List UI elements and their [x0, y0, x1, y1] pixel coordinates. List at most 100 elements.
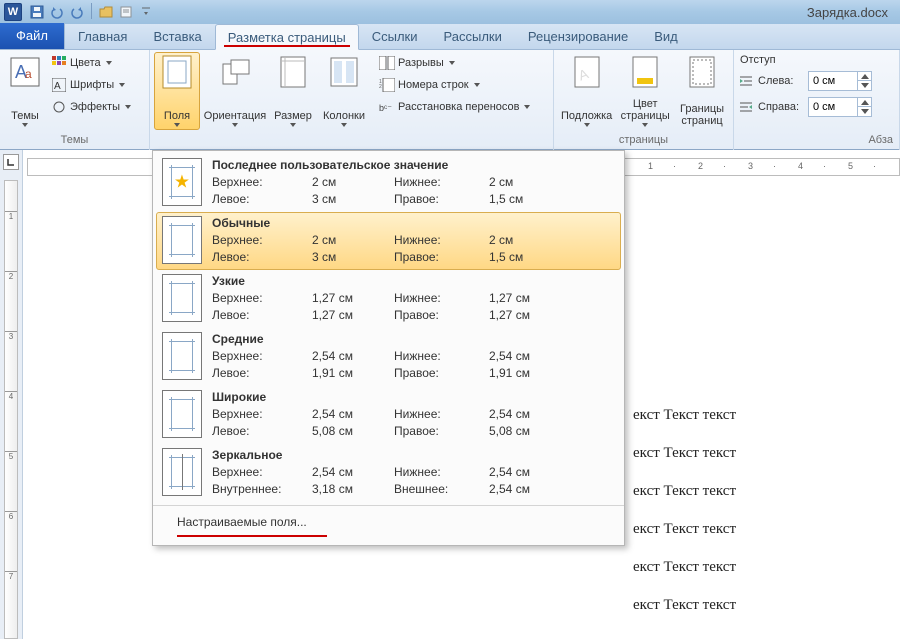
ribbon: Aa Темы Цвета A Шрифты Эффекты: [0, 50, 900, 150]
page-borders-button[interactable]: Границы страниц: [675, 52, 729, 130]
effects-button[interactable]: Эффекты: [48, 96, 134, 118]
chevron-down-icon: [449, 61, 455, 65]
orientation-icon: [219, 56, 251, 88]
watermark-label: Подложка: [561, 110, 612, 122]
spinner-up-icon[interactable]: [857, 72, 871, 81]
document-text-line: екст Текст текст: [633, 510, 900, 548]
margin-preset-icon: [162, 274, 202, 322]
spinner-down-icon[interactable]: [857, 81, 871, 90]
tab-review[interactable]: Рецензирование: [515, 23, 641, 49]
chevron-down-icon: [106, 61, 112, 65]
margin-preset-title: Средние: [212, 332, 615, 346]
margin-preset-item[interactable]: Зеркальное Верхнее:2,54 смНижнее:2,54 см…: [156, 444, 621, 502]
margin-preset-icon: [162, 390, 202, 438]
vertical-ruler-column: 1234567: [0, 150, 23, 639]
quick-access-toolbar: [28, 3, 155, 21]
chevron-down-icon: [341, 123, 347, 127]
chevron-down-icon: [524, 105, 530, 109]
margin-preset-item[interactable]: ★ Последнее пользовательское значение Ве…: [156, 154, 621, 212]
print-preview-icon[interactable]: [117, 3, 135, 21]
svg-text:a: a: [25, 67, 32, 81]
hyphenation-label: Расстановка переносов: [398, 101, 519, 113]
tab-page-layout[interactable]: Разметка страницы: [215, 24, 359, 50]
margin-preset-info: Зеркальное Верхнее:2,54 смНижнее:2,54 см…: [212, 448, 615, 498]
margin-preset-icon: [162, 216, 202, 264]
fonts-label: Шрифты: [70, 79, 114, 91]
tab-file[interactable]: Файл: [0, 23, 65, 49]
custom-margins-button[interactable]: Настраиваемые поля...: [153, 505, 624, 545]
breaks-icon: [379, 55, 395, 71]
indent-right-icon: [738, 100, 754, 114]
document-text-line: екст Текст текст: [633, 586, 900, 624]
tab-insert[interactable]: Вставка: [140, 23, 214, 49]
page-borders-icon: [686, 56, 718, 88]
page-color-label: Цвет страницы: [620, 98, 670, 122]
fonts-button[interactable]: A Шрифты: [48, 74, 134, 96]
margin-preset-title: Зеркальное: [212, 448, 615, 462]
margin-preset-icon: ★: [162, 158, 202, 206]
vertical-ruler[interactable]: 1234567: [4, 180, 18, 639]
margin-preset-info: Широкие Верхнее:2,54 смНижнее:2,54 см Ле…: [212, 390, 615, 440]
open-icon[interactable]: [97, 3, 115, 21]
red-underline-icon: [177, 535, 327, 537]
indent-left-icon: [738, 74, 754, 88]
tab-view[interactable]: Вид: [641, 23, 691, 49]
colors-button[interactable]: Цвета: [48, 52, 134, 74]
chevron-down-icon: [22, 123, 28, 127]
indent-left-label: Слева:: [758, 75, 804, 87]
redo-icon[interactable]: [68, 3, 86, 21]
themes-button[interactable]: Aa Темы: [4, 52, 46, 130]
hyphenation-icon: bᶜ⁻: [379, 99, 395, 115]
qat-more-icon[interactable]: [137, 3, 155, 21]
tab-home[interactable]: Главная: [65, 23, 140, 49]
group-label: Темы: [4, 133, 145, 148]
effects-icon: [51, 99, 67, 115]
line-numbers-icon: 12: [379, 77, 395, 93]
indent-title: Отступ: [738, 54, 776, 66]
tab-references[interactable]: Ссылки: [359, 23, 431, 49]
indent-left-spinner[interactable]: [808, 71, 872, 91]
breaks-button[interactable]: Разрывы: [376, 52, 533, 74]
orientation-button[interactable]: Ориентация: [202, 52, 268, 130]
red-underline-icon: [224, 45, 350, 47]
size-button[interactable]: Размер: [270, 52, 316, 130]
indent-left-input[interactable]: [809, 75, 857, 87]
margin-preset-item[interactable]: Обычные Верхнее:2 смНижнее:2 см Левое:3 …: [156, 212, 621, 270]
line-numbers-label: Номера строк: [398, 79, 469, 91]
fonts-icon: A: [51, 77, 67, 93]
orientation-label: Ориентация: [204, 110, 266, 122]
page-color-icon: [629, 56, 661, 88]
margin-preset-title: Обычные: [212, 216, 615, 230]
chevron-down-icon: [174, 123, 180, 127]
watermark-button[interactable]: A Подложка: [558, 52, 615, 130]
themes-label: Темы: [11, 110, 39, 122]
margin-preset-item[interactable]: Широкие Верхнее:2,54 смНижнее:2,54 см Ле…: [156, 386, 621, 444]
spinner-down-icon[interactable]: [857, 107, 871, 116]
svg-text:A: A: [54, 81, 61, 92]
ribbon-tabs: Файл Главная Вставка Разметка страницы С…: [0, 24, 900, 50]
size-label: Размер: [274, 110, 312, 122]
margins-button[interactable]: Поля: [154, 52, 200, 130]
margin-preset-info: Последнее пользовательское значение Верх…: [212, 158, 615, 208]
spinner-up-icon[interactable]: [857, 98, 871, 107]
hyphenation-button[interactable]: bᶜ⁻ Расстановка переносов: [376, 96, 533, 118]
margin-preset-item[interactable]: Узкие Верхнее:1,27 смНижнее:1,27 см Лево…: [156, 270, 621, 328]
colors-label: Цвета: [70, 57, 101, 69]
indent-right-input[interactable]: [809, 101, 857, 113]
indent-right-spinner[interactable]: [808, 97, 872, 117]
tab-mailings[interactable]: Рассылки: [431, 23, 515, 49]
save-icon[interactable]: [28, 3, 46, 21]
word-icon: W: [4, 3, 22, 21]
chevron-down-icon: [474, 83, 480, 87]
margin-preset-item[interactable]: Средние Верхнее:2,54 смНижнее:2,54 см Ле…: [156, 328, 621, 386]
chevron-down-icon: [119, 83, 125, 87]
undo-icon[interactable]: [48, 3, 66, 21]
columns-button[interactable]: Колонки: [318, 52, 370, 130]
page-color-button[interactable]: Цвет страницы: [617, 52, 673, 130]
group-page-setup: Поля Ориентация Размер Колонки: [150, 50, 554, 150]
tab-selector[interactable]: [3, 154, 19, 170]
size-icon: [277, 56, 309, 88]
colors-icon: [51, 55, 67, 71]
document-text-line: екст Текст текст: [633, 472, 900, 510]
line-numbers-button[interactable]: 12 Номера строк: [376, 74, 533, 96]
